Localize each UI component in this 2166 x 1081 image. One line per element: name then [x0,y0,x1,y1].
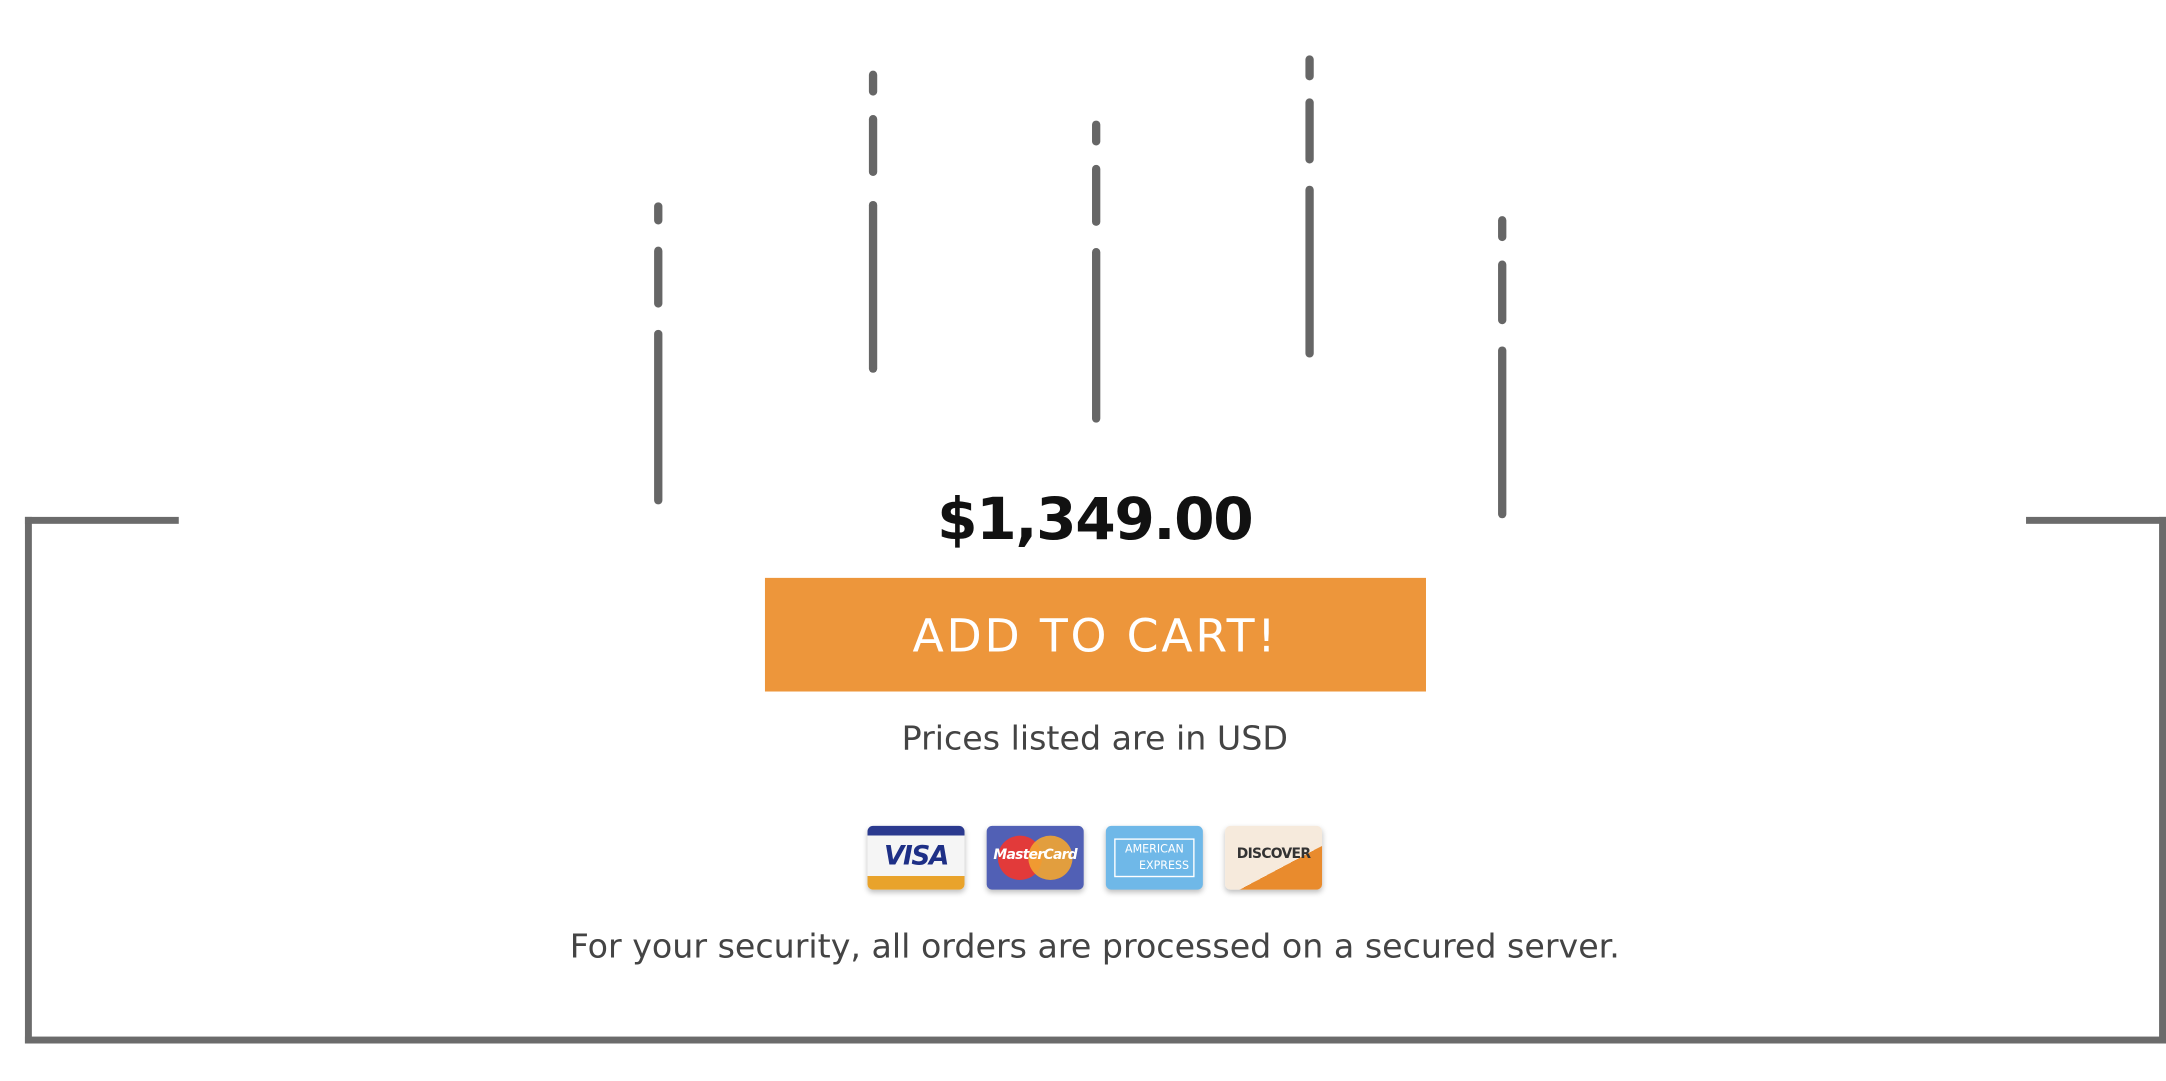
visa-card-icon: VISA [867,825,965,890]
mastercard-card-label: MasterCard [993,848,1077,864]
american-express-card-icon: AMERICAN EXPRESS [1105,825,1203,890]
discover-card-label: DISCOVER [1236,846,1311,862]
visa-card-label: VISA [884,841,949,872]
mastercard-card-icon: MasterCard [986,825,1084,890]
frame-top-right-edge [2026,516,2166,524]
payment-methods: VISA MasterCard AMERICAN EXPRESS DISCOVE… [867,825,1323,890]
frame-right-edge [2159,516,2166,1044]
currency-note: Prices listed are in USD [901,719,1288,759]
add-to-cart-button[interactable]: ADD TO CART! [764,577,1426,692]
amex-label-line2: EXPRESS [1139,859,1190,872]
product-price: $1,349.00 [937,485,1254,553]
security-note: For your security, all orders are proces… [569,927,1620,966]
product-purchase-panel: $1,349.00 ADD TO CART! Prices listed are… [0,0,2166,1081]
discover-card-icon: DISCOVER [1225,825,1323,890]
amex-label-line1: AMERICAN [1124,842,1184,856]
frame-top-left-edge [24,516,179,524]
